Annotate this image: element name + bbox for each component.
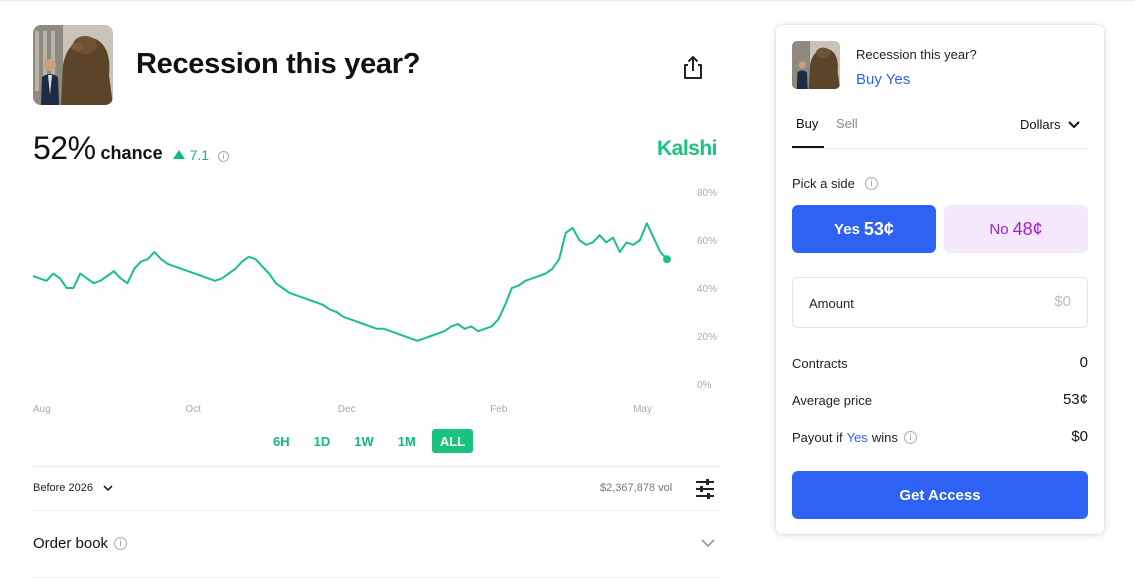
divider <box>33 577 720 578</box>
no-label: No <box>989 220 1009 238</box>
delta-value: 7.1 <box>189 146 210 163</box>
volume-text: $2,367,878 vol <box>600 482 673 494</box>
average-price-value: 53¢ <box>1062 391 1088 408</box>
top-border <box>0 0 1135 1</box>
chevron-down-icon[interactable] <box>700 536 716 550</box>
payout-side: Yes <box>846 430 868 445</box>
order-book-label: Order book <box>33 535 109 552</box>
range-all[interactable]: ALL <box>431 429 474 453</box>
current-point <box>663 255 671 264</box>
divider <box>792 148 1088 149</box>
pick-side-text: Pick a side <box>792 176 855 191</box>
market-thumbnail <box>792 41 840 89</box>
chance-summary: 52% chance 7.1 i <box>33 130 230 166</box>
no-button[interactable]: No 48¢ <box>944 205 1088 253</box>
tab-sell[interactable]: Sell <box>836 116 858 131</box>
range-6h[interactable]: 6H <box>265 429 298 453</box>
tab-buy[interactable]: Buy <box>796 116 818 131</box>
payout-label: Payout if Yes wins i <box>792 430 917 445</box>
x-tick-label: Aug <box>33 404 51 415</box>
yes-button[interactable]: Yes 53¢ <box>792 205 936 253</box>
chance-delta: 7.1 <box>172 146 210 163</box>
contracts-label: Contracts <box>792 356 848 371</box>
divider <box>33 466 720 467</box>
get-access-button[interactable]: Get Access <box>792 471 1088 519</box>
yes-label: Yes <box>834 220 860 238</box>
trade-panel: Recession this year? Buy Yes Buy Sell Do… <box>776 25 1104 534</box>
range-1w[interactable]: 1W <box>346 429 382 453</box>
average-price-label: Average price <box>792 393 872 408</box>
amount-field[interactable]: Amount <box>792 277 1088 328</box>
x-tick-label: Oct <box>185 404 201 415</box>
chevron-down-icon <box>103 484 113 491</box>
order-book-toggle[interactable]: Order book i <box>33 535 128 552</box>
currency-label: Dollars <box>1020 117 1061 132</box>
range-1d[interactable]: 1D <box>306 429 339 453</box>
x-tick-label: Feb <box>490 404 508 415</box>
contracts-value: 0 <box>1079 354 1088 371</box>
y-tick-label: 20% <box>697 332 717 343</box>
divider <box>33 510 720 511</box>
brand-logo: Kalshi <box>657 137 718 160</box>
payout-value: $0 <box>1071 428 1088 445</box>
series-line <box>32 222 668 342</box>
x-tick-label: May <box>633 404 652 415</box>
y-tick-label: 40% <box>697 284 717 295</box>
range-selector: 6H 1D 1W 1M ALL <box>265 429 474 453</box>
panel-action: Buy Yes <box>856 71 911 88</box>
pick-side-label: Pick a side i <box>792 176 878 191</box>
share-icon[interactable] <box>680 53 706 81</box>
date-filter-label: Before 2026 <box>33 482 93 494</box>
chance-value: 52% <box>33 130 96 166</box>
currency-dropdown[interactable]: Dollars <box>1020 117 1081 132</box>
info-icon[interactable]: i <box>218 151 230 162</box>
payout-suffix: wins <box>871 430 898 445</box>
triangle-up-icon <box>172 150 185 159</box>
sliders-icon[interactable] <box>694 478 716 500</box>
y-tick-label: 80% <box>697 188 717 199</box>
info-icon[interactable]: i <box>864 177 878 190</box>
price-chart[interactable]: 80% 60% 40% 20% 0% Aug Oct Dec Feb May <box>0 180 730 420</box>
chance-label: chance <box>100 143 163 163</box>
chevron-down-icon <box>1068 120 1081 128</box>
page-title: Recession this year? <box>136 48 421 80</box>
amount-input[interactable] <box>951 293 1071 310</box>
yes-price: 53¢ <box>863 218 894 239</box>
x-tick-label: Dec <box>338 404 356 415</box>
y-tick-label: 60% <box>697 236 717 247</box>
date-filter-dropdown[interactable]: Before 2026 <box>33 482 113 494</box>
no-price: 48¢ <box>1012 218 1043 239</box>
amount-label: Amount <box>809 296 854 311</box>
info-icon[interactable]: i <box>903 431 917 444</box>
y-tick-label: 0% <box>697 380 712 391</box>
market-thumbnail <box>33 25 113 105</box>
payout-prefix: Payout if <box>792 430 843 445</box>
info-icon[interactable]: i <box>114 537 128 550</box>
range-1m[interactable]: 1M <box>390 429 424 453</box>
panel-title: Recession this year? <box>856 47 977 62</box>
